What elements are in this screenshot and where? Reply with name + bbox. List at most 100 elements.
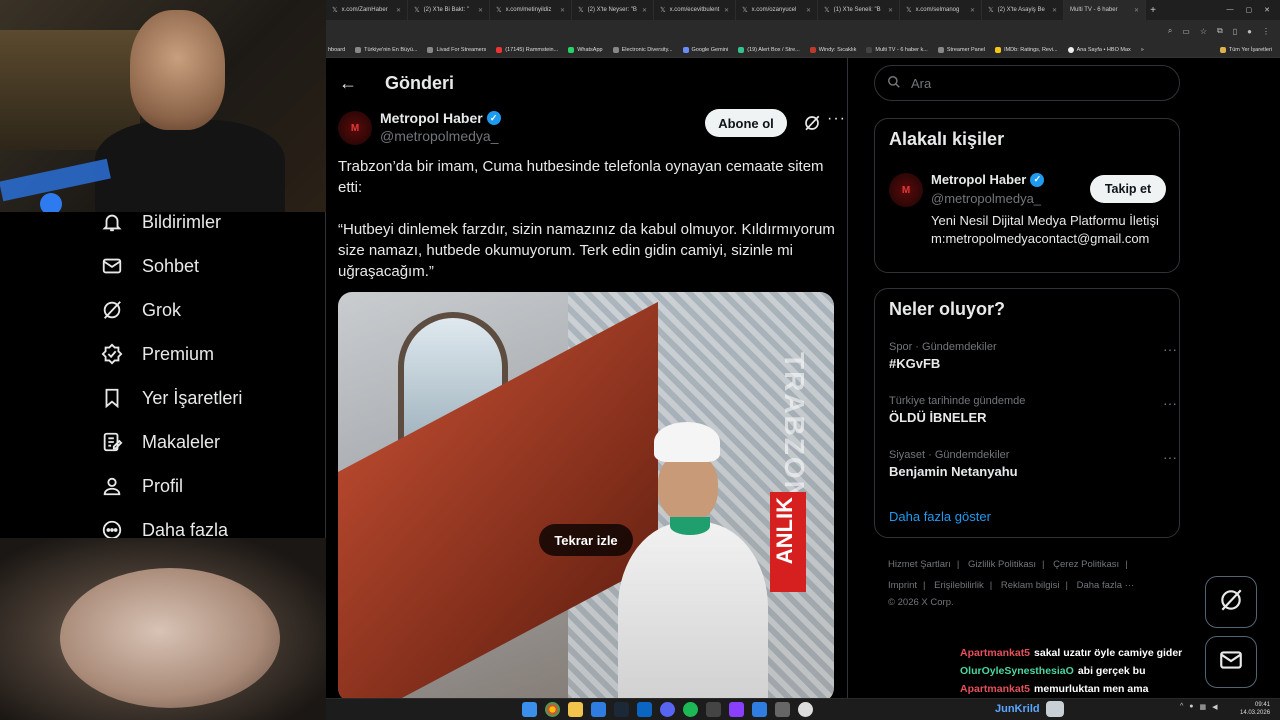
browser-tab[interactable]: 𝕏 (1) X'te Seneli: "B ✕ bbox=[818, 0, 900, 20]
follow-button[interactable]: Takip et bbox=[1090, 175, 1166, 203]
sidebar-item-chat[interactable]: Sohbet bbox=[100, 254, 199, 278]
browser-tab[interactable]: 𝕏x.com/selmanog ✕ bbox=[900, 0, 982, 20]
app-icon[interactable] bbox=[706, 702, 721, 717]
app-icon[interactable] bbox=[798, 702, 813, 717]
trend-item[interactable]: Siyaset · Gündemdekiler Benjamin Netanya… bbox=[889, 449, 1177, 479]
bookmark-item[interactable]: hboard bbox=[328, 47, 345, 53]
more-options-icon[interactable]: ··· bbox=[1163, 341, 1177, 357]
sidebar-item-bookmarks[interactable]: Yer İşaretleri bbox=[100, 386, 242, 410]
close-icon[interactable]: ✕ bbox=[970, 7, 975, 14]
sidebar-item-premium[interactable]: Premium bbox=[100, 342, 214, 366]
related-handle[interactable]: @metropolmedya_ bbox=[931, 191, 1041, 206]
close-icon[interactable]: ✕ bbox=[396, 7, 401, 14]
close-icon[interactable]: ✕ bbox=[888, 7, 893, 14]
footer-link[interactable]: Çerez Politikası bbox=[1053, 559, 1119, 570]
back-arrow-icon[interactable]: ← bbox=[339, 73, 359, 94]
app-icon[interactable] bbox=[637, 702, 652, 717]
window-close-icon[interactable]: ✕ bbox=[1264, 6, 1270, 14]
all-bookmarks[interactable]: Tüm Yer İşaretleri bbox=[1219, 46, 1280, 53]
volume-icon[interactable]: ◀ bbox=[1212, 703, 1217, 711]
spotify-icon[interactable] bbox=[683, 702, 698, 717]
app-icon[interactable] bbox=[775, 702, 790, 717]
bookmark-item[interactable]: Livad For Streamers bbox=[427, 46, 486, 53]
app-icon[interactable] bbox=[752, 702, 767, 717]
close-icon[interactable]: ✕ bbox=[478, 7, 483, 14]
bookmark-item[interactable]: IMDb: Ratings, Revi... bbox=[995, 46, 1058, 53]
sidebar-item-grok[interactable]: Grok bbox=[100, 298, 181, 322]
close-icon[interactable]: ✕ bbox=[1052, 7, 1057, 14]
browser-tab[interactable]: 𝕏 (2) X'te Bi Bakt: " ✕ bbox=[408, 0, 490, 20]
bookmark-item[interactable]: Google Gemini bbox=[682, 46, 728, 53]
more-options-icon[interactable]: ··· bbox=[827, 110, 846, 128]
author-handle[interactable]: @metropolmedya_ bbox=[380, 128, 499, 144]
trend-item[interactable]: Türkiye tarihinde gündemde ÖLDÜ İBNELER … bbox=[889, 395, 1177, 425]
bookmark-item[interactable]: Ana Sayfa • HBO Max bbox=[1067, 46, 1131, 53]
sidebar-item-profile[interactable]: Profil bbox=[100, 474, 183, 498]
app-icon[interactable] bbox=[729, 702, 744, 717]
footer-link[interactable]: Gizlilik Politikası bbox=[968, 559, 1036, 570]
browser-tab-active[interactable]: Multi TV - 6 haber ✕ bbox=[1064, 0, 1146, 20]
bookmark-item[interactable]: Streamer Panel bbox=[937, 46, 985, 53]
more-options-icon[interactable]: ··· bbox=[1163, 395, 1177, 411]
author-name[interactable]: Metropol Haber ✓ bbox=[380, 110, 501, 126]
show-more-link[interactable]: Daha fazla göster bbox=[889, 509, 991, 524]
avatar[interactable]: M bbox=[338, 111, 372, 145]
cast-icon[interactable]: ▭ bbox=[1182, 27, 1190, 36]
close-icon[interactable]: ✕ bbox=[724, 7, 729, 14]
subscribe-button[interactable]: Abone ol bbox=[705, 109, 787, 137]
bookmark-item[interactable]: WhatsApp bbox=[568, 46, 603, 53]
replay-button[interactable]: Tekrar izle bbox=[539, 524, 633, 556]
app-icon[interactable] bbox=[591, 702, 606, 717]
discord-icon[interactable] bbox=[660, 702, 675, 717]
messages-floating-button[interactable] bbox=[1205, 636, 1257, 688]
zoom-icon[interactable]: ⌕ bbox=[1168, 26, 1172, 36]
close-icon[interactable]: ✕ bbox=[806, 7, 811, 14]
grok-icon[interactable] bbox=[803, 114, 821, 132]
close-icon[interactable]: ✕ bbox=[642, 7, 647, 14]
search-input[interactable]: Ara bbox=[874, 65, 1180, 101]
avatar[interactable]: M bbox=[889, 173, 923, 207]
bookmark-item[interactable]: Multi TV - 6 haber k... bbox=[866, 46, 928, 53]
close-icon[interactable]: ✕ bbox=[560, 7, 565, 14]
post-video[interactable]: TRABZON ANLIK Tekrar izle bbox=[338, 292, 834, 698]
bookmark-item[interactable]: Türkiye'nin En Büyü... bbox=[355, 46, 417, 53]
minimize-icon[interactable]: — bbox=[1227, 6, 1234, 14]
browser-tab[interactable]: 𝕏x.com/metinyildiz ✕ bbox=[490, 0, 572, 20]
new-tab-icon[interactable]: + bbox=[1146, 5, 1160, 16]
extensions-icon[interactable]: ⧉ bbox=[1217, 26, 1223, 36]
bookmark-item[interactable]: (17145) Rammstein... bbox=[496, 46, 558, 53]
bookmark-item[interactable]: Electronic Diversity... bbox=[612, 46, 673, 53]
footer-link[interactable]: Hizmet Şartları bbox=[888, 559, 951, 570]
sidebar-icon[interactable]: ▯ bbox=[1233, 27, 1237, 36]
mic-icon[interactable]: ● bbox=[1189, 703, 1193, 711]
browser-tab[interactable]: 𝕏x.com/ecevitbulent ✕ bbox=[654, 0, 736, 20]
more-options-icon[interactable]: ··· bbox=[1163, 449, 1177, 465]
trend-item[interactable]: Spor · Gündemdekiler #KGvFB ··· bbox=[889, 341, 1177, 371]
maximize-icon[interactable]: ▢ bbox=[1246, 6, 1253, 14]
bookmark-item[interactable]: Windy: Sıcaklık bbox=[809, 46, 856, 53]
bookmarks-overflow-icon[interactable]: » bbox=[1141, 47, 1144, 53]
tray-chevron-icon[interactable]: ^ bbox=[1180, 703, 1183, 711]
steam-icon[interactable] bbox=[614, 702, 629, 717]
bookmark-item[interactable]: (19) Alert Box / Stre... bbox=[738, 46, 800, 53]
browser-tab[interactable]: 𝕏x.com/ozanyucel ✕ bbox=[736, 0, 818, 20]
sidebar-item-notifications[interactable]: Bildirimler bbox=[100, 210, 221, 234]
star-icon[interactable]: ☆ bbox=[1200, 27, 1207, 36]
profile-icon[interactable]: ● bbox=[1247, 27, 1252, 36]
browser-tab[interactable]: 𝕏 (2) X'te Neyser: "B ✕ bbox=[572, 0, 654, 20]
footer-link[interactable]: Reklam bilgisi bbox=[1001, 580, 1060, 591]
browser-tab[interactable]: 𝕏x.com/ZamHaber ✕ bbox=[326, 0, 408, 20]
footer-link[interactable]: Imprint bbox=[888, 580, 917, 591]
footer-link[interactable]: Daha fazla ··· bbox=[1077, 580, 1135, 591]
footer-link[interactable]: Erişilebilirlik bbox=[934, 580, 984, 591]
chrome-icon[interactable] bbox=[545, 702, 560, 717]
system-clock[interactable]: 09:41 14.03.2026 bbox=[1240, 701, 1270, 717]
close-icon[interactable]: ✕ bbox=[1134, 7, 1139, 14]
file-explorer-icon[interactable] bbox=[568, 702, 583, 717]
related-name[interactable]: Metropol Haber ✓ bbox=[931, 172, 1045, 187]
browser-tab[interactable]: 𝕏 (2) X'te Asayiş Be ✕ bbox=[982, 0, 1064, 20]
windows-start-icon[interactable] bbox=[522, 702, 537, 717]
grok-floating-button[interactable] bbox=[1205, 576, 1257, 628]
sidebar-item-articles[interactable]: Makaleler bbox=[100, 430, 220, 454]
network-icon[interactable]: ▦ bbox=[1200, 703, 1207, 711]
